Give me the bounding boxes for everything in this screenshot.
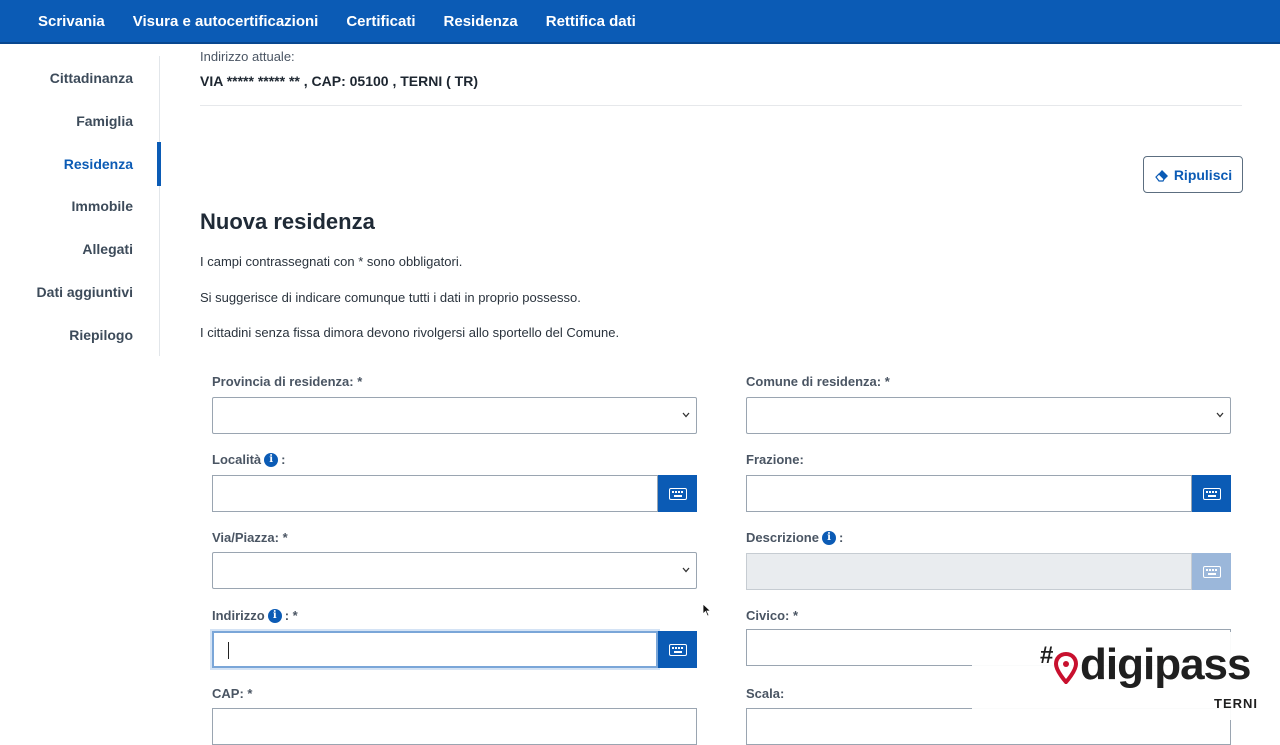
sidebar-item-cittadinanza[interactable]: Cittadinanza [50,70,133,86]
frazione-keyboard-button[interactable] [1192,475,1231,512]
info-icon[interactable]: i [267,608,282,623]
mouse-cursor-icon [702,603,712,617]
frazione-label: Frazione: [746,452,804,467]
nav-visura[interactable]: Visura e autocertificazioni [119,0,333,43]
indirizzo-label-required: : * [284,608,298,623]
indirizzo-label-text: Indirizzo [212,608,265,623]
civico-label-text: Civico: * [746,608,799,623]
sidebar-item-residenza[interactable]: Residenza [64,156,133,172]
provincia-label: Provincia di residenza: * [212,374,362,389]
nav-rettifica-dati[interactable]: Rettifica dati [532,0,650,43]
descrizione-label-colon: : [838,530,844,545]
note-required-fields: I campi contrassegnati con * sono obblig… [200,254,463,269]
keyboard-icon [668,487,687,500]
top-navigation: Scrivania Visura e autocertificazioni Ce… [0,0,1280,44]
chevron-down-icon [682,412,690,418]
nav-certificati[interactable]: Certificati [332,0,429,43]
cap-input[interactable] [212,708,697,745]
descrizione-input [746,553,1192,590]
clear-button-label: Ripulisci [1173,166,1233,183]
logo-brand: digipass [1080,640,1251,689]
chevron-down-icon [1216,412,1224,418]
note-suggestion: Si suggerisce di indicare comunque tutti… [200,290,581,305]
section-title: Nuova residenza [200,209,375,234]
location-pin-icon [1054,652,1078,684]
keyboard-icon [668,643,687,656]
via-piazza-label: Via/Piazza: * [212,530,288,545]
localita-input[interactable] [212,475,658,512]
clear-button[interactable]: Ripulisci [1143,156,1243,193]
sidebar-item-dati-aggiuntivi[interactable]: Dati aggiuntivi [37,284,133,300]
indirizzo-keyboard-button[interactable] [658,631,697,668]
provincia-label-text: Provincia di residenza: * [212,374,363,389]
sidebar-item-allegati[interactable]: Allegati [82,241,133,257]
localita-label-text: Località [212,452,262,467]
descrizione-label-text: Descrizione [746,530,819,545]
keyboard-icon [1202,565,1221,578]
comune-select[interactable] [746,397,1231,434]
text-caret [228,642,229,659]
via-piazza-label-text: Via/Piazza: * [212,530,288,545]
sidebar-active-indicator [157,142,161,186]
divider [200,105,1242,106]
keyboard-icon [1202,487,1221,500]
provincia-select[interactable] [212,397,697,434]
descrizione-label: Descrizione i : [746,530,843,545]
info-icon[interactable]: i [264,452,279,467]
civico-label: Civico: * [746,608,798,623]
sidebar-item-immobile[interactable]: Immobile [72,198,133,214]
cap-label-text: CAP: * [212,686,253,701]
sidebar-item-famiglia[interactable]: Famiglia [76,113,133,129]
info-icon[interactable]: i [821,530,836,545]
nav-scrivania[interactable]: Scrivania [24,0,119,43]
sidebar-item-riepilogo[interactable]: Riepilogo [69,327,133,343]
current-address-label: Indirizzo attuale: [200,49,295,64]
comune-label: Comune di residenza: * [746,374,890,389]
comune-label-text: Comune di residenza: * [746,374,890,389]
sidebar: Cittadinanza Famiglia Residenza Immobile… [0,56,161,356]
nav-residenza[interactable]: Residenza [430,0,532,43]
via-piazza-select[interactable] [212,552,697,589]
current-address-value: VIA ***** ***** ** , CAP: 05100 , TERNI … [200,73,479,89]
cap-label: CAP: * [212,686,252,701]
frazione-input[interactable] [746,475,1192,512]
note-homeless: I cittadini senza fissa dimora devono ri… [200,325,620,340]
frazione-label-text: Frazione: [746,452,804,467]
indirizzo-label: Indirizzo i : * [212,608,298,623]
chevron-down-icon [682,567,690,573]
logo-city: TERNI [1214,696,1258,711]
indirizzo-input[interactable] [212,631,658,668]
scala-label: Scala: [746,686,784,701]
scala-label-text: Scala: [746,686,785,701]
logo-hash: # [1040,642,1054,669]
eraser-icon [1155,169,1168,182]
localita-keyboard-button[interactable] [658,475,697,512]
localita-label-colon: : [281,452,286,467]
digipass-logo: # digipass TERNI [972,632,1280,720]
descrizione-keyboard-button [1192,553,1231,590]
localita-label: Località i : [212,452,285,467]
main-content: Indirizzo attuale: VIA ***** ***** ** , … [200,44,1260,745]
